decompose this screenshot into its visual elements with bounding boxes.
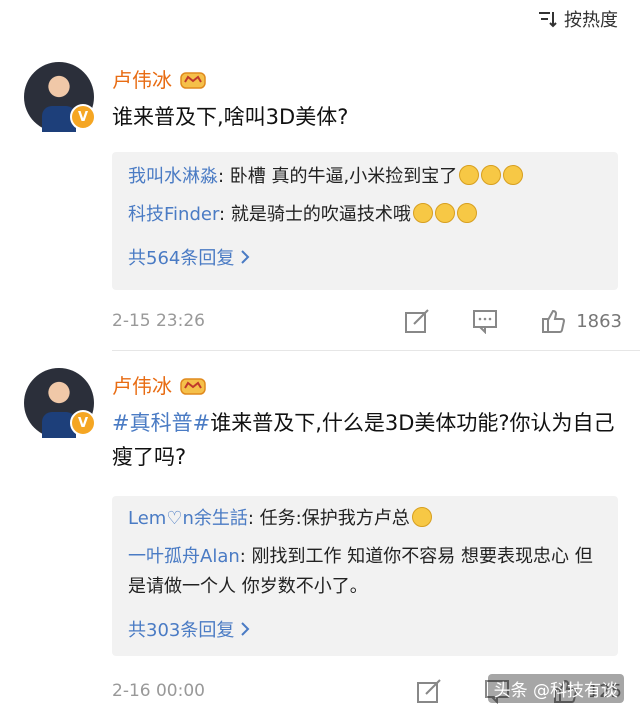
crown-icon [180,71,206,89]
timestamp: 2-15 23:26 [112,311,205,331]
like-count: 1863 [576,310,622,332]
sort-icon [539,12,557,28]
avatar[interactable]: V [24,368,96,438]
sort-by-popularity-button[interactable]: 按热度 [538,6,618,32]
reply-item[interactable]: 一叶孤舟Alan: 刚找到工作 知道你不容易 想要表现忠心 但是请做一个人 你岁… [128,542,606,602]
watermark: 头条 @科技有谈 [487,674,624,703]
laugh-cry-emoji-icon [481,165,502,185]
reply-item[interactable]: 我叫水淋淼: 卧槽 真的牛逼,小米捡到宝了 [128,162,606,192]
reply-author[interactable]: Lem♡n余生話 [128,508,248,529]
comment-actions: 2-15 23:26 1863 [112,308,622,334]
laugh-cry-emoji-icon [459,165,480,185]
view-all-replies-link[interactable]: 共303条回复 [128,616,250,642]
share-icon[interactable] [416,678,442,704]
sort-label: 按热度 [564,10,618,31]
reply-author[interactable]: 科技Finder [128,204,219,225]
reply-author[interactable]: 我叫水淋淼 [128,166,218,187]
reply-content: : 卧槽 真的牛逼,小米捡到宝了 [218,166,458,187]
dog-emoji-icon [411,507,432,527]
verified-badge-icon: V [70,410,96,436]
laugh-cry-emoji-icon [503,165,524,185]
crown-icon [180,377,206,395]
view-all-replies-link[interactable]: 共564条回复 [128,244,250,270]
reply-content: : 任务:保护我方卢总 [247,508,410,529]
scared-emoji-icon [434,203,455,223]
comment-text: 谁来普及下,啥叫3D美体? [112,105,349,129]
replies-box[interactable]: 我叫水淋淼: 卧槽 真的牛逼,小米捡到宝了 科技Finder: 就是骑士的吹逼技… [112,152,618,290]
timestamp: 2-16 00:00 [112,681,205,701]
verified-badge-icon: V [70,104,96,130]
comment-text: #真科普#谁来普及下,什么是3D美体功能?你认为自己瘦了吗? [112,411,615,469]
author-name[interactable]: 卢伟冰 [112,370,206,399]
chevron-right-icon [241,622,250,636]
like-icon[interactable] [540,308,566,334]
reply-content: : 就是骑士的吹逼技术哦 [219,204,411,225]
topic-tag[interactable]: #真科普# [112,411,210,435]
scared-emoji-icon [412,203,433,223]
share-icon[interactable] [404,308,430,334]
avatar[interactable]: V [24,62,96,132]
chevron-right-icon [241,250,250,264]
author-name[interactable]: 卢伟冰 [112,64,206,93]
reply-item[interactable]: 科技Finder: 就是骑士的吹逼技术哦 [128,200,606,230]
scared-emoji-icon [456,203,477,223]
divider [112,350,640,351]
replies-box[interactable]: Lem♡n余生話: 任务:保护我方卢总 一叶孤舟Alan: 刚找到工作 知道你不… [112,496,618,656]
reply-author[interactable]: 一叶孤舟Alan [128,546,240,567]
comment-icon[interactable] [472,308,498,334]
reply-item[interactable]: Lem♡n余生話: 任务:保护我方卢总 [128,504,606,534]
